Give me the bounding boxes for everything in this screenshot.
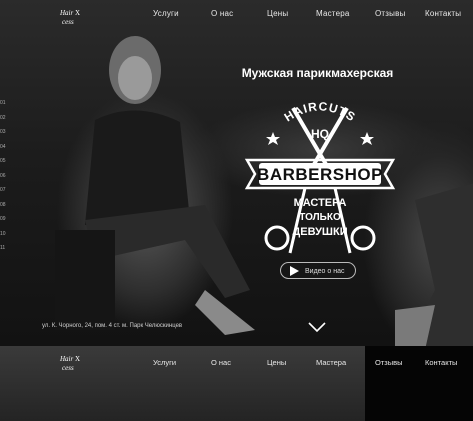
badge-line2-text: ТОЛЬКО [299, 212, 341, 223]
nav-item-reviews[interactable]: Отзывы [375, 9, 406, 18]
hero-photo-mirror [395, 183, 473, 346]
chevron-down-icon[interactable] [307, 321, 327, 333]
bottom-nav-item-contacts[interactable]: Контакты [425, 358, 457, 367]
video-button-label: Видео о нас [305, 268, 345, 275]
badge-hq-text: HQ [311, 127, 329, 141]
hero-headline: Мужская парикмахерская [241, 66, 394, 80]
bottom-nav-item-reviews[interactable]: Отзывы [375, 358, 402, 367]
address-text: ул. К. Чорного, 24, пом. 4 ст. м. Парк Ч… [42, 323, 183, 329]
bottom-nav-item-masters[interactable]: Мастера [316, 358, 346, 367]
slide-counter: 01 02 03 04 05 06 07 08 09 10 11 [0, 96, 6, 256]
slide-counter-item[interactable]: 03 [0, 125, 6, 140]
slide-counter-item[interactable]: 06 [0, 169, 6, 184]
bottom-nav-item-services[interactable]: Услуги [153, 358, 176, 367]
hair-xcess-logo-icon[interactable]: Hair X cess [58, 5, 88, 29]
badge-barbershop-text: BARBERSHOP [257, 165, 383, 184]
slide-counter-item[interactable]: 02 [0, 111, 6, 126]
top-navigation: Hair X cess Услуги О нас Цены Мастера От… [0, 0, 473, 28]
svg-text:X: X [75, 9, 80, 17]
badge-line1-text: МАСТЕРА [294, 197, 347, 209]
svg-text:Hair: Hair [59, 355, 74, 363]
star-icon [360, 132, 374, 145]
slide-counter-item[interactable]: 10 [0, 227, 6, 242]
bottom-nav-item-about[interactable]: О нас [211, 358, 231, 367]
video-about-button[interactable]: Видео о нас [280, 262, 356, 279]
slide-counter-item[interactable]: 09 [0, 212, 6, 227]
nav-item-services[interactable]: Услуги [153, 9, 179, 18]
nav-item-prices[interactable]: Цены [267, 9, 288, 18]
hair-xcess-logo-icon[interactable]: Hair X cess [58, 352, 88, 374]
svg-text:cess: cess [62, 364, 74, 372]
slide-counter-item[interactable]: 04 [0, 140, 6, 155]
nav-item-about[interactable]: О нас [211, 9, 233, 18]
slide-counter-item[interactable]: 08 [0, 198, 6, 213]
star-icon [266, 132, 280, 145]
nav-item-masters[interactable]: Мастера [316, 9, 350, 18]
play-icon [290, 266, 299, 276]
slide-counter-item[interactable]: 01 [0, 96, 6, 111]
slide-counter-item[interactable]: 11 [0, 241, 6, 256]
slide-counter-item[interactable]: 07 [0, 183, 6, 198]
svg-text:X: X [75, 355, 80, 363]
badge-line3-text: ДЕВУШКИ [292, 226, 347, 238]
nav-item-contacts[interactable]: Контакты [425, 9, 461, 18]
barbershop-badge: HAIRCUTS HQ BARBERSHOP МАСТЕРА ТОЛЬКО ДЕ… [244, 99, 396, 254]
bottom-nav-item-prices[interactable]: Цены [267, 358, 286, 367]
svg-text:Hair: Hair [59, 9, 74, 17]
slide-counter-item[interactable]: 05 [0, 154, 6, 169]
svg-text:cess: cess [62, 18, 74, 26]
